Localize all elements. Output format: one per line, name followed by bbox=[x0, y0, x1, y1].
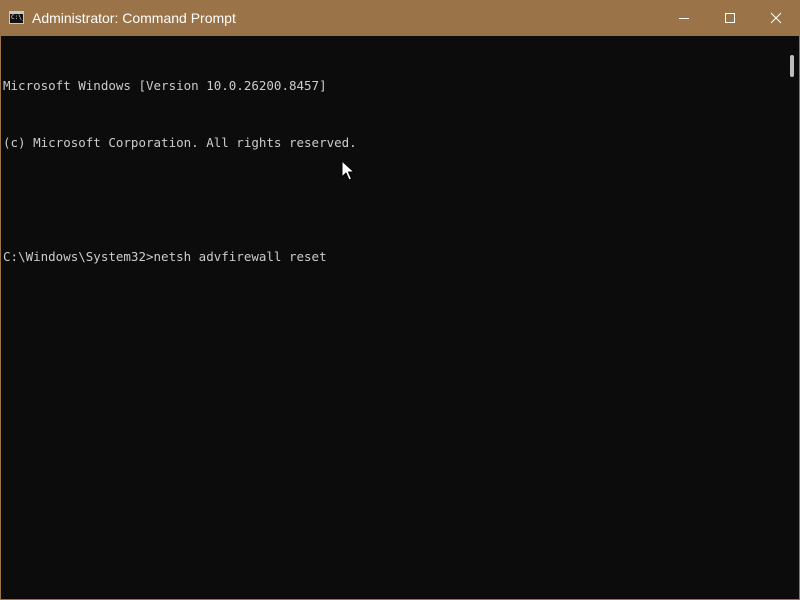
console-line-command: C:\Windows\System32>netsh advfirewall re… bbox=[3, 249, 327, 264]
maximize-icon bbox=[725, 13, 735, 23]
maximize-button[interactable] bbox=[707, 1, 753, 36]
scrollbar-thumb[interactable] bbox=[790, 55, 794, 77]
mouse-pointer-icon bbox=[341, 160, 355, 181]
title-bar[interactable]: C:\_ Administrator: Command Prompt bbox=[1, 1, 799, 36]
close-button[interactable] bbox=[753, 1, 799, 36]
console-line-blank bbox=[3, 190, 783, 209]
window-title: Administrator: Command Prompt bbox=[32, 10, 236, 26]
console-output[interactable]: Microsoft Windows [Version 10.0.26200.84… bbox=[1, 36, 783, 599]
console-line-version: Microsoft Windows [Version 10.0.26200.84… bbox=[3, 78, 327, 93]
close-icon bbox=[770, 12, 782, 24]
command-prompt-window: C:\_ Administrator: Command Prompt Micro… bbox=[0, 0, 800, 600]
vertical-scrollbar[interactable] bbox=[785, 36, 799, 599]
console-line-copyright: (c) Microsoft Corporation. All rights re… bbox=[3, 135, 357, 150]
minimize-button[interactable] bbox=[661, 1, 707, 36]
icon-prompt-text: C:\_ bbox=[11, 14, 23, 21]
minimize-icon bbox=[679, 18, 689, 19]
command-prompt-icon: C:\_ bbox=[9, 11, 24, 24]
